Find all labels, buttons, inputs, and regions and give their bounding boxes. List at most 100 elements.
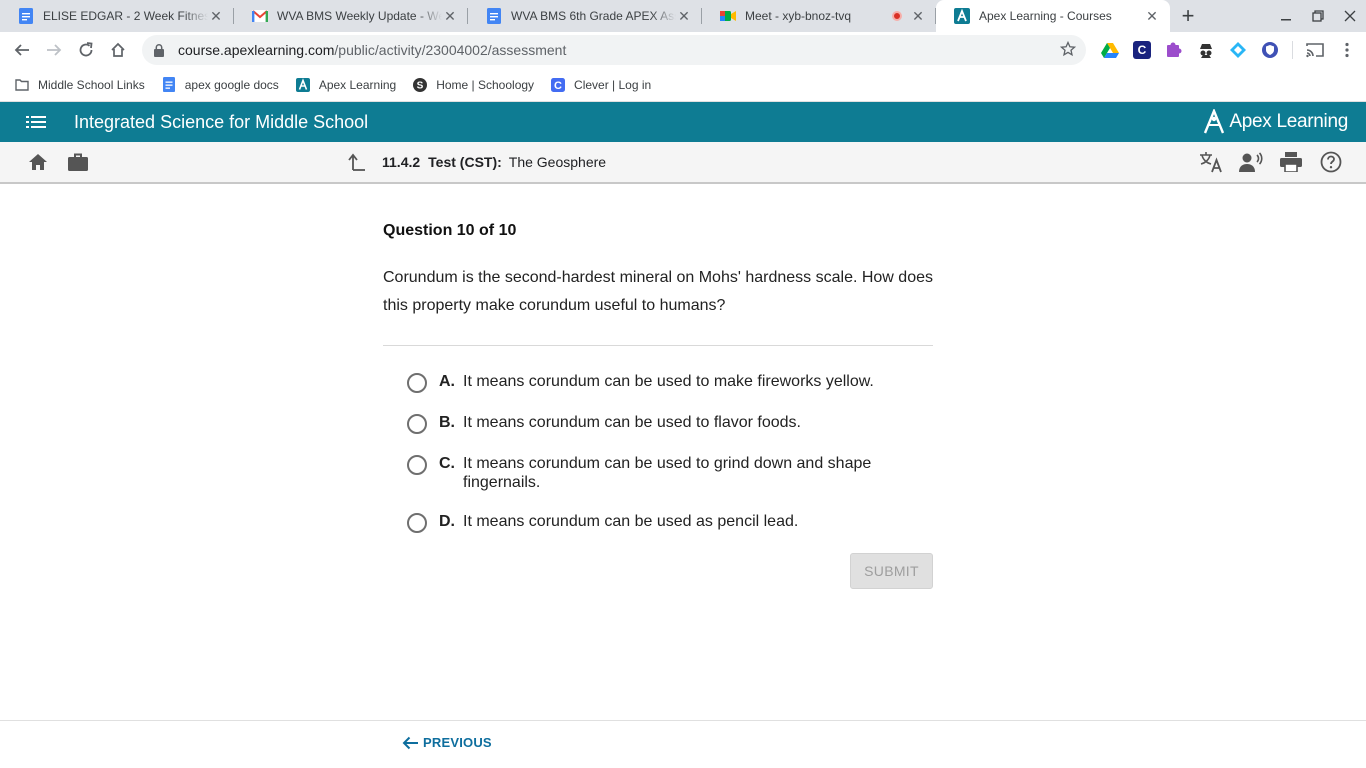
activity-bar: 11.4.2 Test (CST): The Geosphere: [0, 142, 1366, 184]
activity-kind: Test (CST):: [428, 154, 502, 170]
choice-letter: B.: [439, 414, 455, 431]
tab-title: Meet - xyb-bnoz-tvq: [745, 9, 852, 23]
spy-extension-icon[interactable]: [1196, 40, 1216, 60]
previous-label: PREVIOUS: [423, 735, 492, 750]
bookmark-label: Home | Schoology: [436, 77, 535, 92]
browser-tab-2[interactable]: WVA BMS Weekly Update - Week ✕: [234, 0, 468, 32]
previous-button[interactable]: PREVIOUS: [402, 735, 492, 750]
new-tab-button[interactable]: +: [1170, 0, 1206, 32]
schoology-icon: S: [412, 77, 428, 93]
home-icon[interactable]: [102, 34, 134, 66]
close-icon[interactable]: ✕: [208, 8, 224, 24]
tab-title: WVA BMS 6th Grade APEX Assignments: [511, 9, 676, 23]
cast-icon[interactable]: [1305, 40, 1325, 60]
bookmark-middle-school-links[interactable]: Middle School Links: [14, 77, 145, 93]
answer-choice-a[interactable]: A. It means corundum can be used to make…: [407, 372, 933, 393]
google-drive-icon[interactable]: [1100, 40, 1120, 60]
shield-extension-icon[interactable]: [1260, 40, 1280, 60]
close-icon[interactable]: ✕: [1144, 8, 1160, 24]
choice-letter: C.: [439, 455, 455, 472]
back-icon[interactable]: [6, 34, 38, 66]
url-path: /public/activity/23004002/assessment: [334, 42, 567, 58]
choice-letter: D.: [439, 513, 455, 530]
arrow-left-icon: [402, 736, 419, 750]
restore-icon[interactable]: [1302, 0, 1334, 32]
text-to-speech-icon[interactable]: [1238, 149, 1264, 175]
activity-title: 11.4.2 Test (CST): The Geosphere: [348, 142, 606, 182]
tab-title: ELISE EDGAR - 2 Week Fitness Log: [43, 9, 208, 23]
bookmark-schoology[interactable]: S Home | Schoology: [412, 77, 534, 93]
apex-icon: [954, 8, 970, 24]
url-host: course.apexlearning.com: [178, 42, 335, 58]
apex-logo-icon: [1204, 109, 1225, 134]
close-window-icon[interactable]: [1334, 0, 1366, 32]
radio-button[interactable]: [407, 455, 427, 475]
activity-footer: PREVIOUS: [0, 720, 1366, 768]
submit-button[interactable]: SUBMIT: [850, 553, 933, 589]
browser-tab-4[interactable]: Meet - xyb-bnoz-tvq ✕: [702, 0, 936, 32]
minimize-icon[interactable]: [1270, 0, 1302, 32]
apex-logo-text: Apex Learning: [1229, 111, 1348, 132]
question-counter: Question 10 of 10: [383, 222, 517, 239]
browser-menu-icon[interactable]: [1337, 40, 1357, 60]
bookmark-label: apex google docs: [184, 77, 279, 92]
radio-button[interactable]: [407, 513, 427, 533]
briefcase-icon[interactable]: [64, 148, 92, 176]
choice-text: It means corundum can be used as pencil …: [463, 513, 799, 530]
bookmark-star-icon[interactable]: [1059, 40, 1077, 60]
docs-icon: [486, 8, 502, 24]
activity-number: 11.4.2: [382, 154, 421, 170]
gmail-icon: [252, 8, 268, 24]
bookmark-label: Middle School Links: [38, 77, 145, 92]
help-icon[interactable]: [1318, 149, 1344, 175]
course-menu-icon[interactable]: [26, 115, 46, 129]
choice-text: It means corundum can be used to make fi…: [463, 373, 874, 390]
docs-icon: [18, 8, 34, 24]
submit-area: SUBMIT: [383, 553, 933, 589]
svg-text:S: S: [417, 80, 424, 91]
meet-icon: [720, 8, 736, 24]
apex-logo: Apex Learning: [1203, 109, 1348, 135]
address-bar[interactable]: course.apexlearning.com/public/activity/…: [142, 35, 1086, 65]
translate-icon[interactable]: [1198, 149, 1224, 175]
folder-icon: [14, 77, 30, 93]
browser-toolbar: course.apexlearning.com/public/activity/…: [0, 32, 1366, 68]
choice-text: It means corundum can be used to flavor …: [463, 414, 801, 431]
answer-choice-d[interactable]: D. It means corundum can be used as penc…: [407, 512, 933, 533]
print-icon[interactable]: [1278, 149, 1304, 175]
clever-extension-icon[interactable]: C: [1132, 40, 1152, 60]
extensions-area: C: [1100, 40, 1357, 60]
question-panel: Question 10 of 10 Corundum is the second…: [383, 222, 933, 589]
browser-tab-3[interactable]: WVA BMS 6th Grade APEX Assignments ✕: [468, 0, 702, 32]
reload-icon[interactable]: [70, 34, 102, 66]
svg-text:C: C: [554, 80, 562, 92]
answer-choice-b[interactable]: B. It means corundum can be used to flav…: [407, 413, 933, 434]
lock-icon[interactable]: [154, 43, 170, 57]
puzzle-extension-icon[interactable]: [1164, 40, 1184, 60]
radio-button[interactable]: [407, 414, 427, 434]
forward-icon[interactable]: [38, 34, 70, 66]
radio-button[interactable]: [407, 373, 427, 393]
home-icon[interactable]: [24, 148, 52, 176]
browser-tabstrip: ELISE EDGAR - 2 Week Fitness Log ✕ WVA B…: [0, 0, 1366, 32]
bookmark-label: Clever | Log in: [574, 77, 652, 92]
close-icon[interactable]: ✕: [676, 8, 692, 24]
window-controls: [1270, 0, 1366, 32]
course-title: Integrated Science for Middle School: [74, 111, 369, 132]
answer-choice-c[interactable]: C. It means corundum can be used to grin…: [407, 454, 933, 492]
bookmarks-bar: Middle School Links apex google docs Ape…: [0, 68, 1366, 102]
close-icon[interactable]: ✕: [442, 8, 458, 24]
browser-tab-1[interactable]: ELISE EDGAR - 2 Week Fitness Log ✕: [0, 0, 234, 32]
apex-header: Integrated Science for Middle School Ape…: [0, 102, 1366, 142]
clever-icon: C: [550, 77, 566, 93]
tab-title: WVA BMS Weekly Update - Week: [277, 9, 442, 23]
bookmark-clever[interactable]: C Clever | Log in: [550, 77, 651, 93]
up-arrow-icon[interactable]: [348, 153, 366, 171]
close-icon[interactable]: ✕: [910, 8, 926, 24]
bookmark-label: Apex Learning: [318, 77, 397, 92]
choice-text: It means corundum can be used to grind d…: [463, 455, 872, 491]
diamond-extension-icon[interactable]: [1228, 40, 1248, 60]
browser-tab-5[interactable]: Apex Learning - Courses ✕: [936, 0, 1170, 32]
bookmark-apex-learning[interactable]: Apex Learning: [295, 77, 396, 93]
bookmark-apex-google-docs[interactable]: apex google docs: [161, 77, 279, 93]
